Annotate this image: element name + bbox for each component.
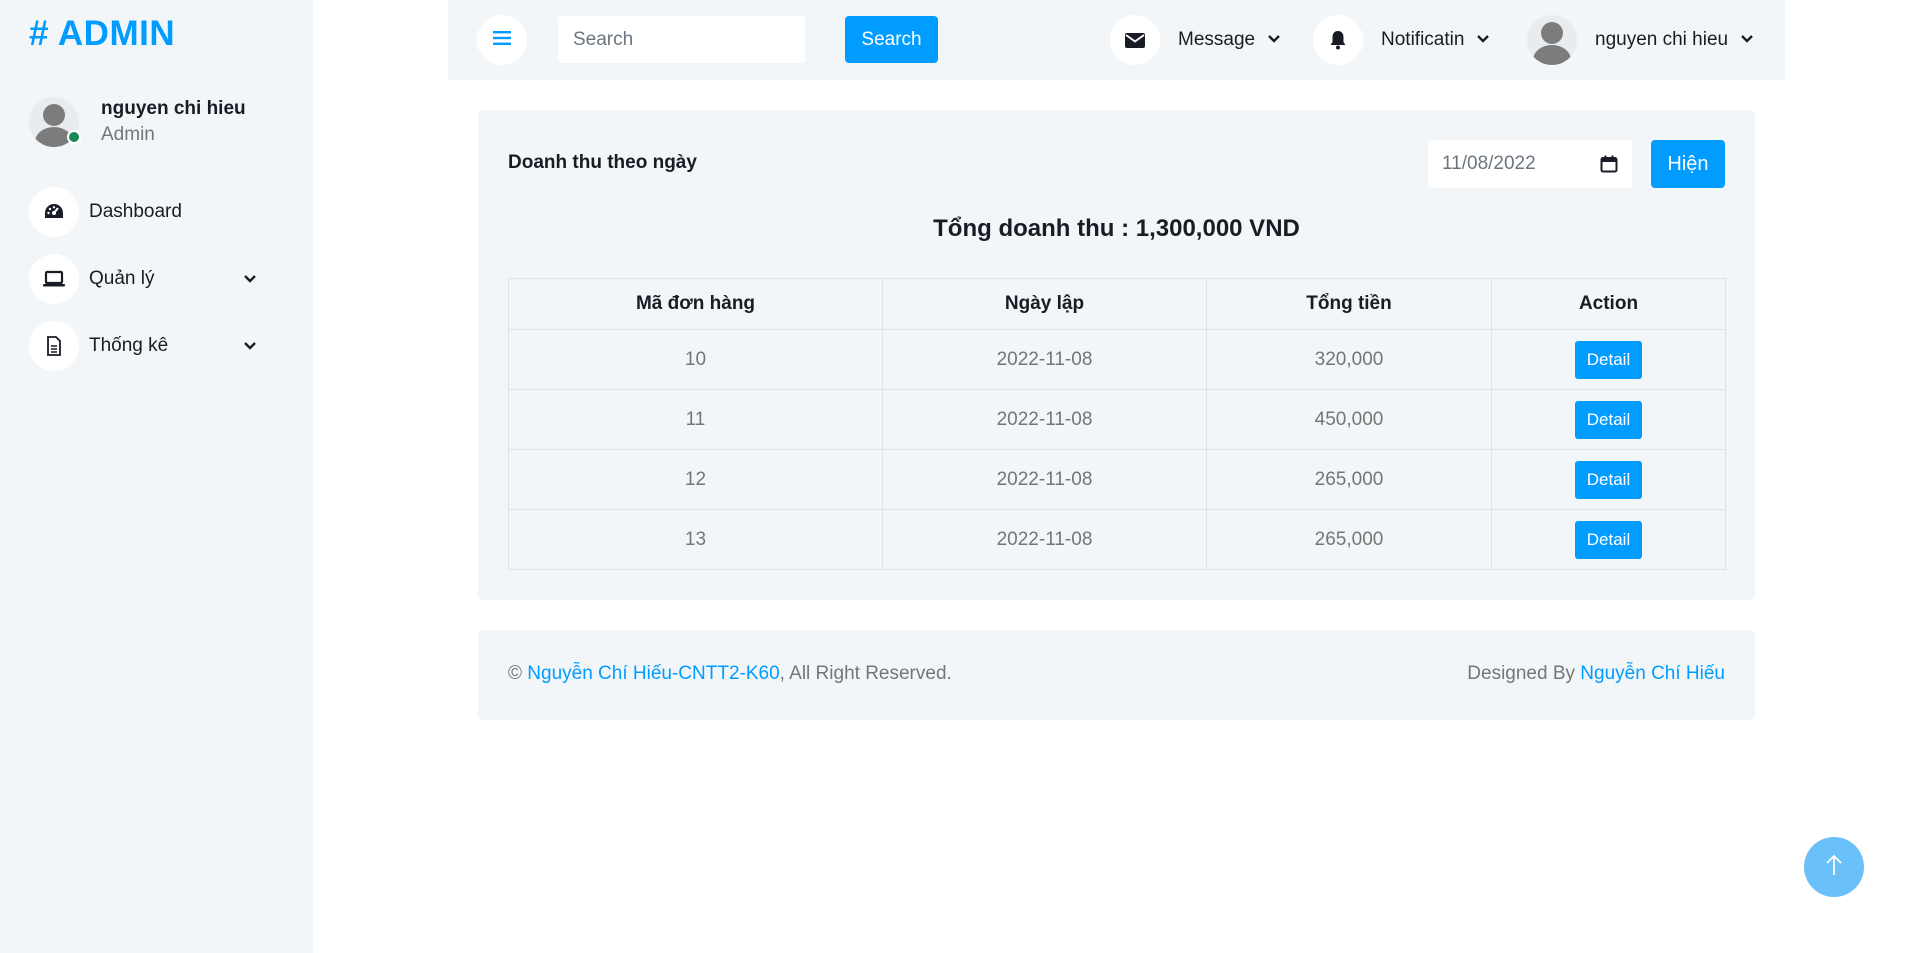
notification-dropdown[interactable]: Notificatin: [1313, 15, 1490, 65]
online-status-dot: [67, 130, 81, 144]
orders-table: Mã đơn hàng Ngày lập Tổng tiền Action 10…: [508, 278, 1726, 570]
table-row: 13 2022-11-08 265,000 Detail: [508, 509, 1726, 570]
brand-logo[interactable]: # ADMIN: [29, 14, 175, 54]
sidebar-item-label: Thống kê: [89, 335, 169, 356]
rights-text: , All Right Reserved.: [779, 663, 952, 684]
topbar-user-name: nguyen chi hieu: [1595, 29, 1729, 50]
sidebar-item-label: Quản lý: [89, 268, 155, 289]
show-button[interactable]: Hiện: [1651, 140, 1725, 188]
order-amount: 265,000: [1206, 509, 1492, 570]
order-date: 2022-11-08: [882, 329, 1207, 390]
arrow-up-icon: [1825, 853, 1843, 882]
search-button[interactable]: Search: [845, 16, 938, 63]
sidebar-item-thong-ke[interactable]: Thống kê: [29, 321, 269, 371]
order-amount: 265,000: [1206, 449, 1492, 510]
order-date: 2022-11-08: [882, 449, 1207, 510]
date-value: 11/08/2022: [1442, 153, 1536, 174]
avatar: [29, 97, 81, 147]
sidebar-item-label: Dashboard: [89, 201, 182, 222]
author-link[interactable]: Nguyễn Chí Hiếu-CNTT2-K60: [527, 663, 779, 684]
avatar: [1527, 15, 1577, 65]
sidebar-user: nguyen chi hieu Admin: [29, 97, 246, 147]
detail-button[interactable]: Detail: [1575, 520, 1642, 559]
column-header: Ngày lập: [882, 278, 1207, 330]
sidebar-item-dashboard[interactable]: Dashboard: [29, 187, 269, 237]
designer-link[interactable]: Nguyễn Chí Hiếu: [1580, 663, 1725, 684]
main-content: Search Message Notificatin nguyen chi hi…: [448, 0, 1785, 953]
bell-icon: [1313, 15, 1363, 65]
order-amount: 450,000: [1206, 389, 1492, 450]
chevron-down-icon: [1267, 31, 1281, 49]
revenue-card: Doanh thu theo ngày 11/08/2022 Hiện Tổng…: [478, 110, 1755, 600]
table-row: 10 2022-11-08 320,000 Detail: [508, 329, 1726, 390]
card-title: Doanh thu theo ngày: [508, 152, 697, 173]
designed-by-text: Designed By: [1467, 663, 1576, 684]
column-header: Action: [1491, 278, 1726, 330]
message-label: Message: [1178, 29, 1256, 50]
chevron-down-icon: [1740, 31, 1754, 49]
user-dropdown[interactable]: nguyen chi hieu: [1527, 15, 1754, 65]
dashboard-gauge-icon: [29, 187, 79, 237]
order-amount: 320,000: [1206, 329, 1492, 390]
notification-label: Notificatin: [1381, 29, 1465, 50]
date-picker[interactable]: 11/08/2022: [1428, 140, 1632, 188]
message-dropdown[interactable]: Message: [1110, 15, 1281, 65]
sidebar: # ADMIN nguyen chi hieu Admin Dashboard …: [0, 0, 313, 953]
search-input[interactable]: [558, 16, 805, 63]
chevron-down-icon: [243, 338, 257, 356]
topbar: Search Message Notificatin nguyen chi hi…: [448, 0, 1785, 80]
column-header: Tổng tiền: [1206, 278, 1492, 330]
order-id: 10: [508, 329, 883, 390]
table-row: 12 2022-11-08 265,000 Detail: [508, 449, 1726, 510]
detail-button[interactable]: Detail: [1575, 340, 1642, 379]
order-id: 13: [508, 509, 883, 570]
sidebar-user-name: nguyen chi hieu: [101, 98, 246, 119]
footer-credit: Designed By Nguyễn Chí Hiếu: [1467, 663, 1725, 685]
order-id: 12: [508, 449, 883, 510]
column-header: Mã đơn hàng: [508, 278, 883, 330]
document-icon: [29, 321, 79, 371]
footer-copyright: © Nguyễn Chí Hiếu-CNTT2-K60, All Right R…: [508, 663, 952, 685]
calendar-icon[interactable]: [1600, 155, 1618, 179]
envelope-icon: [1110, 15, 1160, 65]
total-revenue: Tổng doanh thu : 1,300,000 VND: [933, 215, 1300, 242]
order-id: 11: [508, 389, 883, 450]
order-date: 2022-11-08: [882, 509, 1207, 570]
chevron-down-icon: [243, 271, 257, 289]
bars-icon: [493, 30, 511, 51]
sidebar-user-role: Admin: [101, 124, 155, 145]
back-to-top-button[interactable]: [1804, 837, 1864, 897]
table-row: 11 2022-11-08 450,000 Detail: [508, 389, 1726, 450]
detail-button[interactable]: Detail: [1575, 460, 1642, 499]
sidebar-toggle-button[interactable]: [477, 15, 527, 65]
sidebar-item-quan-ly[interactable]: Quản lý: [29, 254, 269, 304]
order-date: 2022-11-08: [882, 389, 1207, 450]
laptop-icon: [29, 254, 79, 304]
footer: © Nguyễn Chí Hiếu-CNTT2-K60, All Right R…: [478, 630, 1755, 720]
table-header-row: Mã đơn hàng Ngày lập Tổng tiền Action: [508, 278, 1726, 330]
copyright-symbol: ©: [508, 663, 522, 684]
detail-button[interactable]: Detail: [1575, 400, 1642, 439]
chevron-down-icon: [1476, 31, 1490, 49]
